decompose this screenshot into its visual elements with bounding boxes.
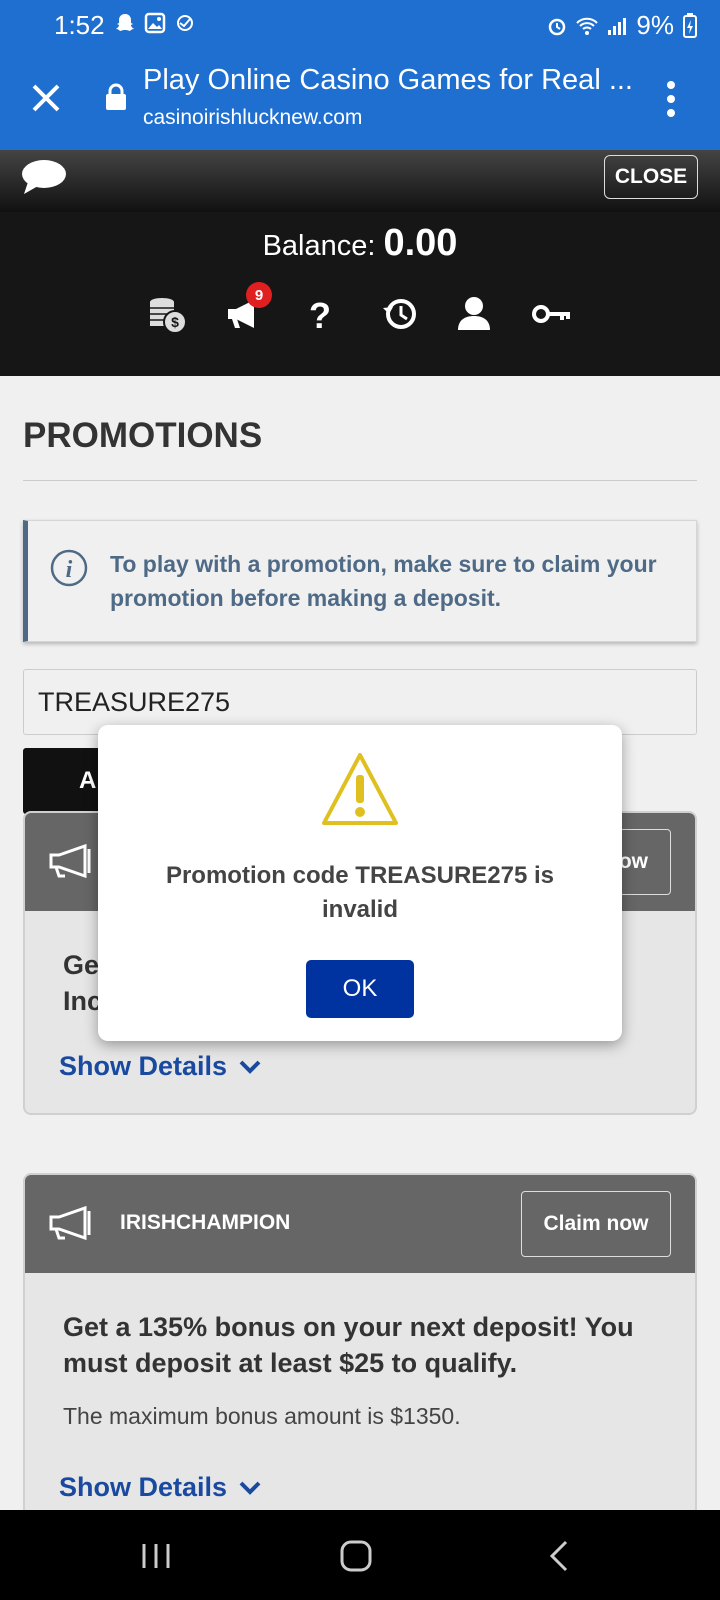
svg-text:i: i bbox=[66, 557, 73, 583]
ok-button[interactable]: OK bbox=[306, 960, 414, 1018]
browser-toolbar: Play Online Casino Games for Real ... ca… bbox=[0, 50, 720, 150]
show-details-link[interactable]: Show Details bbox=[59, 1051, 657, 1082]
key-icon[interactable] bbox=[532, 294, 572, 334]
help-icon[interactable]: ? bbox=[300, 294, 340, 334]
coins-icon[interactable]: $ bbox=[148, 294, 188, 334]
promotion-card-body: Get a 135% bonus on your next deposit! Y… bbox=[25, 1273, 695, 1503]
signal-icon bbox=[608, 17, 627, 35]
recent-apps-icon[interactable] bbox=[136, 1538, 176, 1574]
chevron-down-icon bbox=[239, 1060, 261, 1074]
snapchat-icon bbox=[116, 14, 134, 31]
show-details-label: Show Details bbox=[59, 1051, 228, 1081]
balance-label: Balance: bbox=[262, 230, 376, 262]
info-notice: i To play with a promotion, make sure to… bbox=[23, 520, 697, 642]
notification-badge: 9 bbox=[246, 282, 272, 308]
promotion-card: IRISHCHAMPION Claim now Get a 135% bonus… bbox=[23, 1173, 697, 1510]
alarm-icon bbox=[549, 18, 566, 35]
balance-display: Balance: 0.00 bbox=[0, 222, 720, 265]
svg-text:?: ? bbox=[309, 295, 331, 334]
gallery-icon bbox=[144, 12, 166, 34]
megaphone-icon bbox=[49, 843, 91, 879]
lock-icon[interactable] bbox=[104, 82, 128, 112]
chat-icon[interactable] bbox=[20, 158, 68, 196]
promotion-card-header: IRISHCHAMPION Claim now bbox=[25, 1175, 695, 1273]
warning-icon bbox=[322, 753, 398, 825]
back-icon[interactable] bbox=[540, 1538, 580, 1574]
promotion-headline: Get a 135% bonus on your next deposit! Y… bbox=[63, 1312, 634, 1378]
balance-amount: 0.00 bbox=[383, 222, 458, 264]
svg-text:$: $ bbox=[171, 314, 179, 330]
more-vert-icon[interactable] bbox=[666, 80, 676, 118]
close-button[interactable]: CLOSE bbox=[604, 155, 698, 199]
promotions-nav[interactable]: 9 bbox=[224, 282, 272, 334]
system-nav-bar bbox=[0, 1510, 720, 1600]
promotion-description: The maximum bonus amount is $1350. bbox=[63, 1403, 461, 1429]
page-title-tab[interactable]: Play Online Casino Games for Real ... bbox=[143, 64, 633, 97]
dialog-message: Promotion code TREASURE275 is invalid bbox=[165, 862, 555, 923]
close-icon[interactable] bbox=[28, 80, 64, 116]
notice-text: To play with a promotion, make sure to c… bbox=[110, 551, 657, 611]
page-heading: PROMOTIONS bbox=[23, 416, 263, 455]
sync-icon bbox=[177, 15, 193, 31]
megaphone-icon bbox=[49, 1205, 91, 1241]
url-text[interactable]: casinoirishlucknew.com bbox=[143, 106, 362, 130]
status-bar: 1:52 9% bbox=[0, 0, 720, 50]
heading-divider bbox=[23, 480, 697, 481]
battery-percent: 9% bbox=[636, 10, 674, 40]
promotion-name: IRISHCHAMPION bbox=[120, 1211, 291, 1234]
chevron-down-icon bbox=[239, 1481, 261, 1495]
history-icon[interactable] bbox=[380, 294, 420, 334]
show-details-label: Show Details bbox=[59, 1472, 228, 1502]
account-panel: Balance: 0.00 $ 9 ? bbox=[0, 212, 720, 376]
casino-header: CLOSE bbox=[0, 150, 720, 212]
show-details-link[interactable]: Show Details bbox=[59, 1472, 657, 1503]
claim-now-button[interactable]: Claim now bbox=[521, 1191, 671, 1257]
battery-charging-icon bbox=[683, 12, 697, 38]
error-dialog: Promotion code TREASURE275 is invalid OK bbox=[98, 725, 622, 1041]
status-time: 1:52 bbox=[54, 10, 105, 40]
info-icon: i bbox=[50, 549, 88, 587]
home-icon[interactable] bbox=[336, 1538, 376, 1574]
user-icon[interactable] bbox=[454, 294, 494, 334]
wifi-icon bbox=[576, 17, 599, 35]
